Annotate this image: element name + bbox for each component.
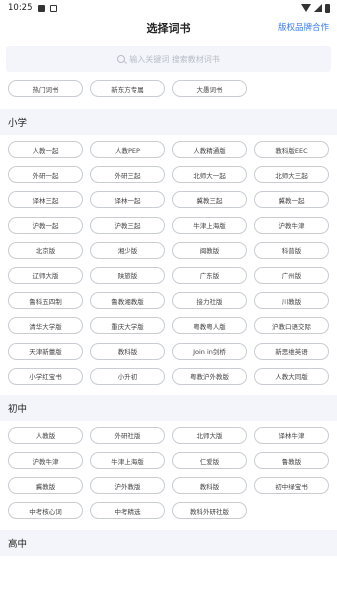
status-right bbox=[301, 3, 330, 13]
battery-icon bbox=[325, 3, 330, 13]
book-chip[interactable]: 中考核心词 bbox=[8, 502, 83, 520]
book-chip[interactable]: 牛津上海版 bbox=[172, 216, 247, 234]
search-wrap: 输入关键词 搜索教材词书 bbox=[0, 46, 337, 72]
book-chip[interactable]: 重庆大学版 bbox=[90, 317, 165, 335]
book-chip[interactable]: 冀教三起 bbox=[172, 191, 247, 209]
wifi-icon bbox=[301, 4, 311, 12]
book-chip[interactable]: 川教版 bbox=[254, 292, 329, 310]
book-chip[interactable]: 外研一起 bbox=[8, 166, 83, 184]
book-chip[interactable]: 沪教牛津 bbox=[8, 452, 83, 470]
book-chip[interactable]: 粤教沪外教版 bbox=[172, 367, 247, 385]
book-chip[interactable]: 初中绿宝书 bbox=[254, 477, 329, 495]
book-chip[interactable]: 人教PEP bbox=[90, 141, 165, 158]
book-chip[interactable]: 教科外研社版 bbox=[172, 502, 247, 520]
search-input[interactable]: 输入关键词 搜索教材词书 bbox=[6, 46, 331, 72]
book-chip[interactable]: 教科版EEC bbox=[254, 141, 329, 158]
book-chip[interactable]: 广州版 bbox=[254, 266, 329, 284]
book-chip[interactable]: 北师大版 bbox=[172, 426, 247, 444]
book-chip[interactable]: 教科版 bbox=[90, 342, 165, 360]
copyright-cooperation-link[interactable]: 版权品牌合作 bbox=[278, 21, 329, 33]
book-chip[interactable]: 人教精通版 bbox=[172, 141, 247, 158]
status-bar: 10:25 bbox=[0, 0, 337, 16]
page-title: 选择词书 bbox=[146, 22, 191, 35]
chip-hot-books[interactable]: 热门词书 bbox=[8, 80, 83, 97]
book-chip[interactable]: 沪教一起 bbox=[8, 216, 83, 234]
book-chip[interactable]: 中考精选 bbox=[90, 502, 165, 520]
chip-dayu-books[interactable]: 大愚词书 bbox=[172, 80, 247, 97]
book-chip[interactable]: 外研社版 bbox=[90, 426, 165, 444]
book-chip[interactable]: 牛津上海版 bbox=[90, 452, 165, 470]
book-chip[interactable]: 鲁教版 bbox=[254, 452, 329, 470]
book-chip[interactable]: Join in剑桥 bbox=[172, 342, 247, 360]
section-header-junior: 初中 bbox=[0, 394, 337, 421]
book-chip[interactable]: 闽教版 bbox=[172, 241, 247, 259]
app-notification-icon bbox=[49, 4, 57, 12]
book-chip[interactable]: 教科版 bbox=[172, 477, 247, 495]
search-icon bbox=[117, 55, 126, 63]
chip-new-oriental[interactable]: 新东方专属 bbox=[90, 80, 165, 97]
book-chip[interactable]: 粤教粤人版 bbox=[172, 317, 247, 335]
book-chip[interactable]: 新思维英语 bbox=[254, 342, 329, 360]
primary-book-list: 人教一起 人教PEP 人教精通版 教科版EEC 外研一起 外研三起 北师大一起 北师大三起译林… bbox=[0, 135, 337, 393]
book-chip[interactable]: 译林牛津 bbox=[254, 426, 329, 444]
book-chip[interactable]: 沪教牛津 bbox=[254, 216, 329, 234]
book-chip[interactable]: 译林三起 bbox=[8, 191, 83, 209]
book-chip[interactable]: 北师大一起 bbox=[172, 166, 247, 184]
book-chip[interactable]: 科普版 bbox=[254, 241, 329, 259]
header: 选择词书 版权品牌合作 bbox=[0, 16, 337, 40]
book-chip[interactable]: 人教版 bbox=[8, 426, 83, 444]
book-chip[interactable]: 人教大同版 bbox=[254, 367, 329, 385]
junior-book-list: 人教版 外研社版 北师大版 译林牛津沪教牛津 牛津上海版 仁爱版 鲁教版冀教版 沪外教版 教科版… bbox=[0, 421, 337, 528]
book-chip[interactable]: 接力社版 bbox=[172, 292, 247, 310]
book-chip[interactable]: 鲁科五四制 bbox=[8, 292, 83, 310]
book-chip[interactable]: 仁爱版 bbox=[172, 452, 247, 470]
book-chip[interactable]: 北师大三起 bbox=[254, 166, 329, 184]
status-time: 10:25 bbox=[8, 3, 33, 13]
book-chip[interactable]: 陕旅版 bbox=[90, 266, 165, 284]
book-chip[interactable]: 广东版 bbox=[172, 266, 247, 284]
book-chip[interactable]: 外研三起 bbox=[90, 166, 165, 184]
book-chip[interactable]: 天津新蕾版 bbox=[8, 342, 83, 360]
search-placeholder: 输入关键词 搜索教材词书 bbox=[129, 54, 220, 64]
book-chip[interactable]: 小升初 bbox=[90, 367, 165, 385]
section-header-primary: 小学 bbox=[0, 109, 337, 135]
status-left: 10:25 bbox=[8, 3, 57, 13]
book-chip[interactable]: 冀教一起 bbox=[254, 191, 329, 209]
section-header-senior: 高中 bbox=[0, 529, 337, 556]
book-chip[interactable]: 沪外教版 bbox=[90, 477, 165, 495]
book-chip[interactable]: 冀教版 bbox=[8, 477, 83, 495]
book-chip[interactable]: 人教一起 bbox=[8, 141, 83, 158]
category-chips: 热门词书 新东方专属 大愚词书 bbox=[0, 80, 337, 97]
book-chip[interactable]: 湘少版 bbox=[90, 241, 165, 259]
book-chip[interactable]: 辽师大版 bbox=[8, 266, 83, 284]
signal-icon bbox=[314, 4, 322, 12]
book-chip[interactable]: 清华大学版 bbox=[8, 317, 83, 335]
book-chip[interactable]: 沪教口语交际 bbox=[254, 317, 329, 335]
book-chip[interactable]: 沪教三起 bbox=[90, 216, 165, 234]
book-chip[interactable]: 译林一起 bbox=[90, 191, 165, 209]
book-chip[interactable]: 鲁教湘教版 bbox=[90, 292, 165, 310]
book-chip[interactable]: 北京版 bbox=[8, 241, 83, 259]
book-chip[interactable]: 小学红宝书 bbox=[8, 367, 83, 385]
image-notification-icon bbox=[37, 4, 45, 12]
